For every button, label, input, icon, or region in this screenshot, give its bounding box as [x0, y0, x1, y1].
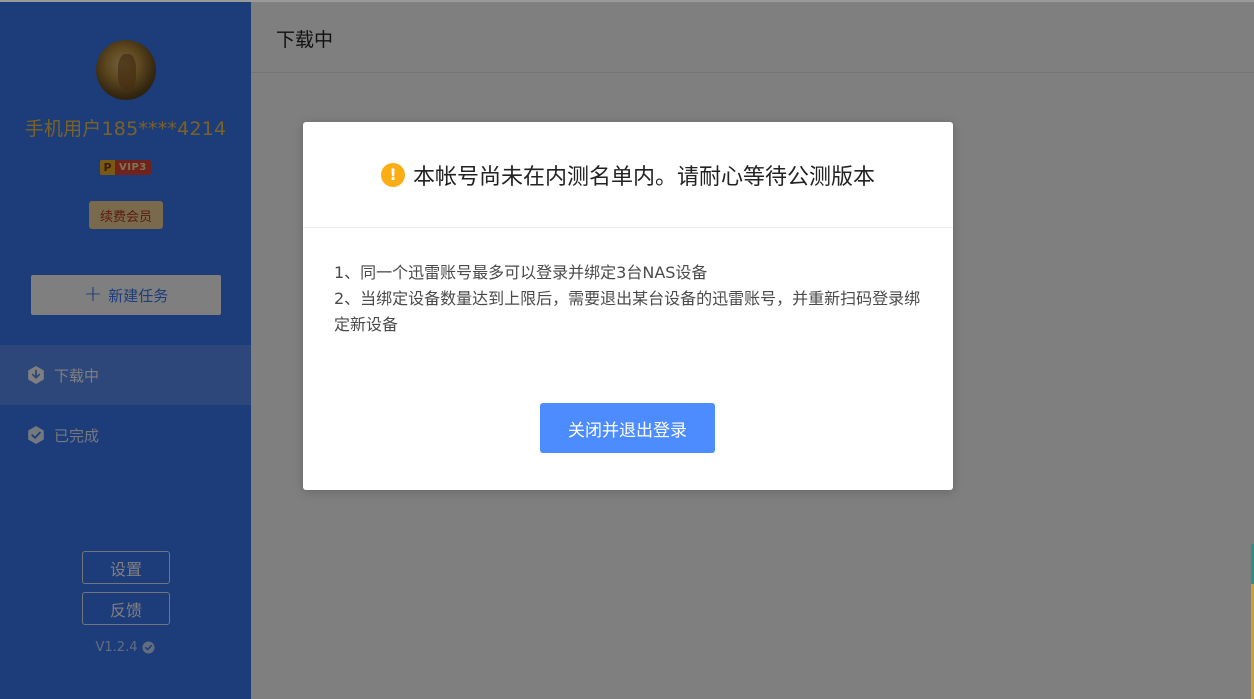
app-window: 手机用户185****4214 P VIP3 续费会员 + 新建任务 下载中 已…	[0, 0, 1254, 699]
not-in-beta-dialog: ! 本帐号尚未在内测名单内。请耐心等待公测版本 1、同一个迅雷账号最多可以登录并…	[303, 122, 953, 490]
close-and-logout-button[interactable]: 关闭并退出登录	[540, 403, 715, 453]
dialog-body-line-1: 1、同一个迅雷账号最多可以登录并绑定3台NAS设备	[334, 263, 708, 282]
dialog-header: ! 本帐号尚未在内测名单内。请耐心等待公测版本	[303, 122, 953, 228]
warning-icon: !	[380, 162, 405, 187]
dialog-title: 本帐号尚未在内测名单内。请耐心等待公测版本	[412, 164, 875, 190]
window-top-edge	[0, 0, 1254, 2]
dialog-body: 1、同一个迅雷账号最多可以登录并绑定3台NAS设备 2、当绑定设备数量达到上限后…	[334, 260, 934, 338]
dialog-body-line-2: 2、当绑定设备数量达到上限后，需要退出某台设备的迅雷账号，并重新扫码登录绑定新设…	[334, 289, 921, 334]
